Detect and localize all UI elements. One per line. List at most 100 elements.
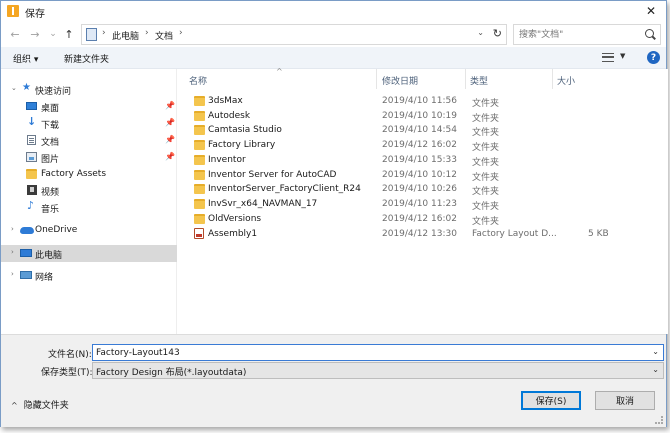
folder-icon — [194, 170, 205, 180]
file-name: 3dsMax — [208, 96, 243, 106]
file-date: 2019/4/10 11:23 — [382, 199, 457, 209]
download-icon: ↓ — [27, 115, 37, 128]
column-header-date[interactable]: 修改日期 — [382, 74, 418, 87]
forward-button[interactable]: → — [27, 26, 43, 42]
folder-icon — [194, 140, 205, 150]
file-date: 2019/4/12 16:02 — [382, 140, 457, 150]
file-name: Camtasia Studio — [208, 125, 282, 135]
back-button[interactable]: ← — [7, 26, 23, 42]
column-header-row: ^ 名称 修改日期 类型 大小 — [178, 67, 668, 89]
nav-item-label: 下载 — [41, 121, 60, 131]
address-row: ← → ⌄ ↑ › 此电脑 › 文档 › ⌄ ↻ — [1, 23, 666, 47]
file-row[interactable]: Inventor 2019/4/10 15:33 文件夹 — [178, 153, 668, 168]
view-dropdown-icon[interactable]: ▼ — [620, 52, 625, 60]
new-folder-button[interactable]: 新建文件夹 — [64, 52, 109, 65]
view-options-icon[interactable] — [602, 53, 614, 62]
file-date: 2019/4/12 16:02 — [382, 214, 457, 224]
nav-item-documents[interactable]: 文档 📌 — [1, 133, 177, 148]
recent-locations-button[interactable]: ⌄ — [45, 26, 61, 42]
file-row[interactable]: 3dsMax 2019/4/10 11:56 文件夹 — [178, 94, 668, 109]
refresh-icon[interactable]: ↻ — [493, 27, 502, 40]
cancel-button[interactable]: 取消 — [595, 391, 655, 410]
file-row[interactable]: Camtasia Studio 2019/4/10 14:54 文件夹 — [178, 123, 668, 138]
expand-icon[interactable]: › — [11, 225, 14, 233]
desktop-icon — [26, 102, 37, 110]
filename-input[interactable] — [96, 346, 636, 359]
address-bar[interactable]: › 此电脑 › 文档 › ⌄ ↻ — [81, 24, 507, 45]
filename-label: 文件名(N): — [48, 350, 92, 360]
file-row[interactable]: Assembly1 2019/4/12 13:30 Factory Layout… — [178, 227, 668, 242]
organize-button[interactable]: 组织 ▾ — [13, 52, 38, 65]
folder-icon — [194, 96, 205, 106]
column-divider[interactable] — [376, 69, 377, 89]
filename-field[interactable]: ⌄ — [92, 344, 664, 361]
search-icon[interactable] — [645, 29, 654, 38]
nav-quick-access[interactable]: ⌄ ★ 快速访问 — [1, 82, 177, 97]
expand-icon[interactable]: ⌄ — [11, 84, 17, 92]
file-type: 文件夹 — [472, 128, 500, 138]
nav-item-label: 网络 — [35, 273, 54, 283]
breadcrumb-documents[interactable]: 文档 — [155, 29, 173, 42]
this-pc-icon — [86, 28, 97, 41]
pictures-icon — [26, 152, 37, 162]
filetype-value: Factory Design 布局(*.layoutdata) — [96, 368, 247, 378]
file-type: 文件夹 — [472, 217, 500, 227]
pin-icon: 📌 — [165, 118, 175, 127]
close-button[interactable]: ✕ — [636, 1, 666, 21]
file-row[interactable]: InventorServer_FactoryClient_R24 2019/4/… — [178, 182, 668, 197]
breadcrumb-this-pc[interactable]: 此电脑 — [112, 29, 139, 42]
file-row[interactable]: InvSvr_x64_NAVMAN_17 2019/4/10 11:23 文件夹 — [178, 197, 668, 212]
file-row[interactable]: OldVersions 2019/4/12 16:02 文件夹 — [178, 212, 668, 227]
filename-dropdown-icon[interactable]: ⌄ — [652, 347, 659, 356]
expand-icon[interactable]: › — [11, 248, 14, 256]
layout-file-icon — [194, 228, 204, 239]
nav-item-factory-assets[interactable]: Factory Assets — [1, 167, 177, 182]
column-divider[interactable] — [465, 69, 466, 89]
pc-icon — [20, 249, 32, 257]
file-date: 2019/4/10 10:19 — [382, 111, 457, 121]
breadcrumb-separator[interactable]: › — [145, 28, 149, 38]
toolbar: 组织 ▾ 新建文件夹 ▼ ? — [1, 47, 666, 69]
nav-item-label: OneDrive — [35, 225, 78, 235]
breadcrumb-separator[interactable]: › — [179, 28, 183, 38]
file-name: OldVersions — [208, 214, 262, 224]
expand-icon[interactable]: › — [11, 270, 14, 278]
resize-grip[interactable] — [655, 416, 663, 424]
file-row[interactable]: Inventor Server for AutoCAD 2019/4/10 10… — [178, 168, 668, 183]
nav-item-downloads[interactable]: ↓ 下载 📌 — [1, 115, 177, 131]
nav-this-pc[interactable]: › 此电脑 — [1, 245, 177, 262]
file-type: Factory Layout D... — [472, 229, 557, 239]
star-icon: ★ — [22, 82, 31, 93]
search-input[interactable] — [519, 28, 639, 42]
folder-icon — [194, 155, 205, 165]
pin-icon: 📌 — [165, 135, 175, 144]
column-header-name[interactable]: 名称 — [189, 74, 207, 87]
up-button[interactable]: ↑ — [61, 26, 77, 42]
breadcrumb-separator[interactable]: › — [102, 28, 106, 38]
nav-item-videos[interactable]: 视频 — [1, 183, 177, 198]
file-row[interactable]: Factory Library 2019/4/12 16:02 文件夹 — [178, 138, 668, 153]
file-date: 2019/4/10 10:12 — [382, 170, 457, 180]
file-row[interactable]: Autodesk 2019/4/10 10:19 文件夹 — [178, 109, 668, 124]
nav-item-desktop[interactable]: 桌面 📌 — [1, 99, 177, 114]
search-box[interactable] — [513, 24, 661, 45]
filetype-select[interactable]: Factory Design 布局(*.layoutdata) ⌄ — [92, 362, 664, 379]
onedrive-icon — [20, 227, 34, 234]
folder-icon — [194, 214, 205, 224]
file-name: InvSvr_x64_NAVMAN_17 — [208, 199, 318, 209]
nav-network[interactable]: › 网络 — [1, 268, 177, 283]
save-button[interactable]: 保存(S) — [521, 391, 581, 410]
pin-icon: 📌 — [165, 152, 175, 161]
nav-item-pictures[interactable]: 图片 📌 — [1, 150, 177, 165]
address-dropdown-icon[interactable]: ⌄ — [477, 28, 484, 37]
hide-folders-toggle[interactable]: ^ 隐藏文件夹 — [11, 398, 69, 411]
column-header-size[interactable]: 大小 — [557, 74, 575, 87]
pin-icon: 📌 — [165, 101, 175, 110]
help-icon[interactable]: ? — [647, 51, 660, 64]
column-divider[interactable] — [552, 69, 553, 89]
filetype-dropdown-icon[interactable]: ⌄ — [652, 365, 659, 374]
nav-item-music[interactable]: ♪ 音乐 — [1, 199, 177, 215]
column-header-type[interactable]: 类型 — [470, 74, 488, 87]
file-type: 文件夹 — [472, 143, 500, 153]
nav-onedrive[interactable]: › OneDrive — [1, 223, 177, 238]
